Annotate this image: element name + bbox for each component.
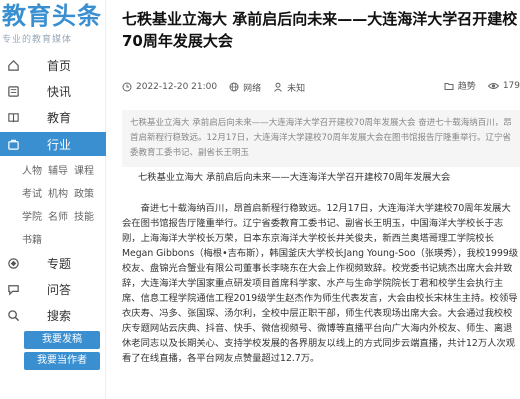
subnav-item[interactable]: 学院 — [22, 208, 48, 223]
category-text: 趋势 — [457, 82, 476, 92]
logo[interactable]: 教育头条 专业的教育媒体 — [2, 2, 106, 52]
nav-item-search[interactable]: 搜索 — [0, 302, 106, 328]
nav-item-education[interactable]: 教育 — [0, 104, 106, 130]
become-author-button[interactable]: 我要当作者 — [24, 352, 100, 370]
subnav-item[interactable]: 辅导 — [48, 162, 74, 177]
submit-article-button[interactable]: 我要发稿 — [24, 331, 100, 349]
view-count: 179 — [487, 80, 520, 91]
nav-label: 首页 — [47, 58, 72, 73]
article-meta: 2022-12-20 21:00 网络 未知 趋势 179 — [122, 79, 520, 95]
industry-subnav: 人物 辅导 课程 考试 机构 政策 学院 名师 技能 书籍 — [0, 156, 106, 250]
main-nav: 首页 快讯 教育 行业 人物 辅导 课程 考试 机构 政策 学院 名师 技能 书… — [0, 52, 106, 370]
nav-label: 搜索 — [47, 308, 72, 323]
article-summary: 七秩基业立海大 承前启后向未来——大连海洋大学召开建校70周年发展大会 奋进七十… — [122, 110, 520, 167]
views-text: 179 — [502, 80, 520, 91]
subnav-item[interactable]: 技能 — [74, 208, 100, 223]
nav-label: 快讯 — [47, 84, 72, 99]
nav-item-home[interactable]: 首页 — [0, 52, 106, 78]
subnav-item[interactable]: 机构 — [48, 185, 74, 200]
logo-slogan: 专业的教育媒体 — [2, 35, 73, 45]
nav-item-topics[interactable]: 专题 — [0, 250, 106, 276]
briefcase-icon — [6, 137, 20, 151]
topic-icon — [6, 256, 20, 270]
date-text: 2022-12-20 21:00 — [136, 82, 218, 92]
search-icon — [6, 308, 20, 322]
meta-right: 趋势 179 — [444, 79, 520, 92]
nav-label: 行业 — [47, 137, 72, 152]
logo-text: 教育头条 — [2, 1, 102, 30]
article-category[interactable]: 趋势 — [444, 79, 476, 92]
subnav-item[interactable]: 考试 — [22, 185, 48, 200]
source-text: 网络 — [243, 83, 262, 94]
nav-item-industry[interactable]: 行业 — [0, 132, 106, 156]
article-main: 七秩基业立海大 承前启后向未来——大连海洋大学召开建校70周年发展大会 2022… — [112, 0, 520, 399]
clock-icon — [122, 82, 132, 92]
sidebar: 教育头条 专业的教育媒体 首页 快讯 教育 行业 人物 辅导 课程 考试 机构 … — [0, 0, 106, 399]
author-text: 未知 — [287, 83, 306, 94]
nav-label: 专题 — [47, 256, 72, 271]
home-icon — [6, 58, 20, 72]
subnav-item[interactable]: 政策 — [74, 185, 100, 200]
chat-icon — [6, 282, 20, 296]
publish-date: 2022-12-20 21:00 — [122, 82, 217, 92]
folder-icon — [444, 82, 454, 90]
article-source: 网络 — [229, 81, 261, 94]
user-icon — [274, 82, 283, 92]
newspaper-icon — [6, 84, 20, 98]
article-author: 未知 — [273, 81, 305, 94]
article-heading: 七秩基业立海大 承前启后向未来——大连海洋大学召开建校70周年发展大会 — [138, 172, 451, 183]
nav-item-community[interactable]: 问答 — [0, 276, 106, 302]
eye-icon — [487, 82, 499, 89]
article-content: 七秩基业立海大 承前启后向未来——大连海洋大学召开建校70周年发展大会 奋进七十… — [122, 170, 520, 366]
page-title: 七秩基业立海大 承前启后向未来——大连海洋大学召开建校70周年发展大会 — [122, 10, 518, 50]
subnav-item[interactable]: 课程 — [74, 162, 100, 177]
globe-icon — [229, 82, 239, 92]
subnav-item[interactable]: 名师 — [48, 208, 74, 223]
article-paragraph: 奋进七十载海纳百川，昂首启新程行稳致远。12月17日，大连海洋大学建校70周年发… — [122, 203, 519, 364]
nav-label: 教育 — [47, 110, 72, 125]
book-icon — [6, 110, 20, 124]
subnav-item[interactable]: 书籍 — [22, 231, 48, 246]
subnav-item[interactable]: 人物 — [22, 162, 48, 177]
nav-label: 问答 — [47, 282, 72, 297]
nav-item-news[interactable]: 快讯 — [0, 78, 106, 104]
